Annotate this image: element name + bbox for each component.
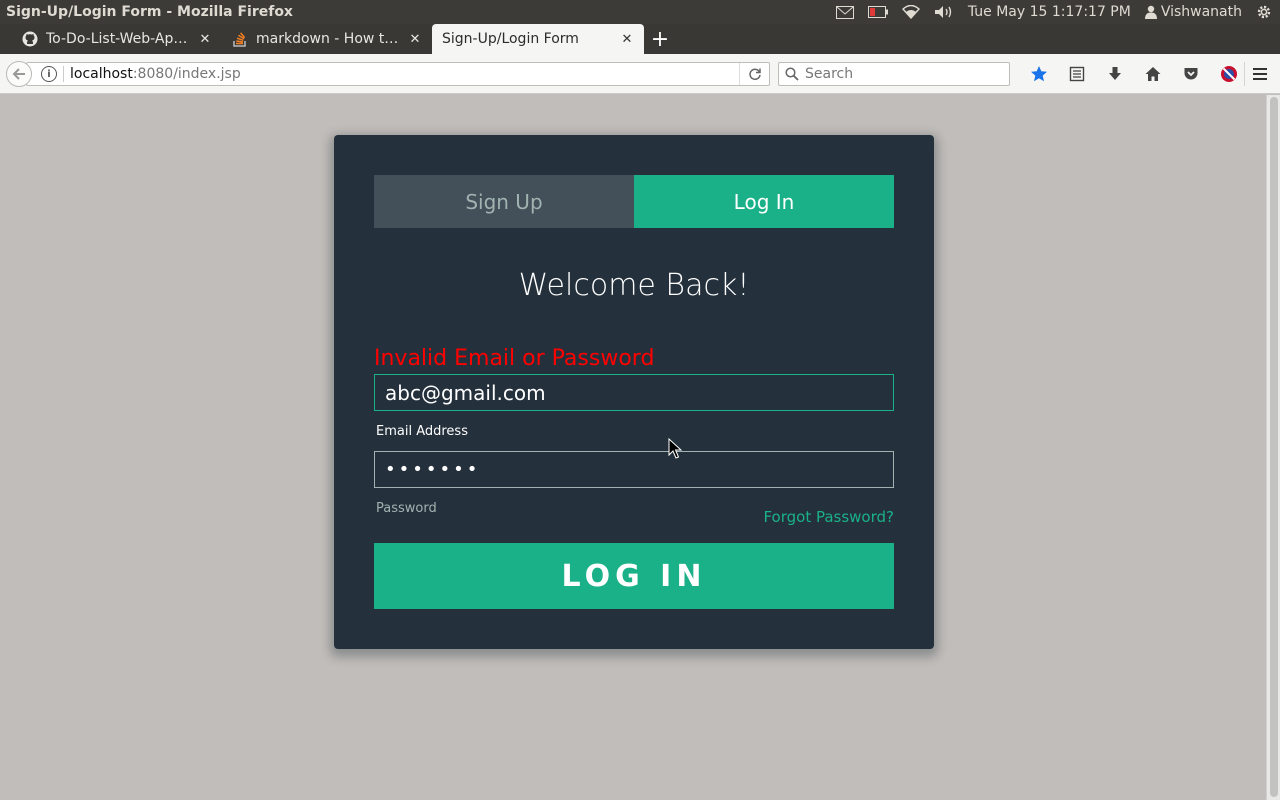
addon-icon[interactable] [1210, 62, 1248, 86]
back-arrow-icon [12, 68, 25, 80]
menu-button[interactable] [1244, 62, 1274, 86]
url-bar[interactable]: i localhost:8080/index.jsp [26, 62, 770, 86]
browser-nav-bar: i localhost:8080/index.jsp Search [0, 54, 1280, 94]
reading-list-icon[interactable] [1058, 62, 1096, 86]
browser-tab-github[interactable]: To-Do-List-Web-App… ✕ [12, 24, 222, 54]
separator [63, 66, 64, 82]
bookmark-star-icon[interactable] [1020, 62, 1058, 86]
search-input[interactable]: Search [778, 62, 1010, 86]
url-text[interactable]: localhost:8080/index.jsp [70, 66, 739, 82]
password-field[interactable]: ••••••• [374, 451, 894, 488]
user-menu[interactable]: Vishwanath [1144, 4, 1242, 20]
scrollbar-thumb[interactable] [1270, 97, 1278, 797]
forgot-password-link[interactable]: Forgot Password? [763, 508, 894, 526]
window-title: Sign-Up/Login Form - Mozilla Firefox [6, 4, 293, 20]
browser-tab-strip: To-Do-List-Web-App… ✕ markdown - How to … [0, 24, 1280, 54]
login-submit-button[interactable]: LOG IN [374, 543, 894, 609]
user-icon [1144, 5, 1157, 19]
system-tray: Tue May 15 1:17:17 PM Vishwanath [835, 4, 1280, 20]
tab-log-in[interactable]: Log In [634, 175, 894, 228]
stackoverflow-icon [232, 31, 248, 47]
tab-label: Sign-Up/Login Form [442, 31, 579, 47]
site-info-icon[interactable]: i [41, 66, 57, 82]
email-field[interactable]: abc@gmail.com [374, 374, 894, 411]
tab-label: To-Do-List-Web-App… [46, 31, 192, 47]
email-label: Email Address [376, 424, 468, 439]
pocket-icon[interactable] [1172, 62, 1210, 86]
form-heading: Welcome Back! [518, 268, 750, 303]
mail-icon[interactable] [835, 5, 854, 19]
reload-icon[interactable] [739, 63, 769, 85]
menu-icon [1252, 68, 1267, 80]
search-icon [785, 67, 799, 81]
download-icon[interactable] [1096, 62, 1134, 86]
battery-icon[interactable] [867, 6, 888, 18]
home-icon[interactable] [1134, 62, 1172, 86]
github-icon [22, 31, 38, 47]
form-tab-group: Sign Up Log In [374, 175, 894, 228]
new-tab-button[interactable]: + [644, 24, 676, 54]
page-scrollbar[interactable] [1266, 95, 1280, 800]
system-top-panel: Sign-Up/Login Form - Mozilla Firefox Tue… [0, 0, 1280, 24]
tab-label: markdown - How to … [256, 31, 402, 47]
browser-tab-login-form[interactable]: Sign-Up/Login Form ✕ [432, 24, 644, 54]
tab-sign-up[interactable]: Sign Up [374, 175, 634, 228]
login-form-card: Sign Up Log In Welcome Back! Invalid Ema… [334, 135, 934, 649]
user-name: Vishwanath [1160, 4, 1242, 20]
browser-tab-stackoverflow[interactable]: markdown - How to … ✕ [222, 24, 432, 54]
close-tab-icon[interactable]: ✕ [620, 32, 634, 47]
back-button[interactable] [6, 61, 32, 87]
toolbar-icons [1020, 62, 1248, 86]
password-label: Password [376, 501, 437, 516]
wifi-icon[interactable] [901, 5, 920, 19]
mouse-cursor-icon [668, 438, 682, 459]
volume-icon[interactable] [934, 5, 954, 19]
search-placeholder: Search [805, 66, 854, 82]
settings-gear-icon[interactable] [1256, 4, 1272, 20]
error-message: Invalid Email or Password [374, 346, 655, 371]
page-viewport: Sign Up Log In Welcome Back! Invalid Ema… [0, 95, 1266, 800]
close-tab-icon[interactable]: ✕ [198, 32, 212, 47]
clock[interactable]: Tue May 15 1:17:17 PM [968, 4, 1131, 20]
close-tab-icon[interactable]: ✕ [408, 32, 422, 47]
